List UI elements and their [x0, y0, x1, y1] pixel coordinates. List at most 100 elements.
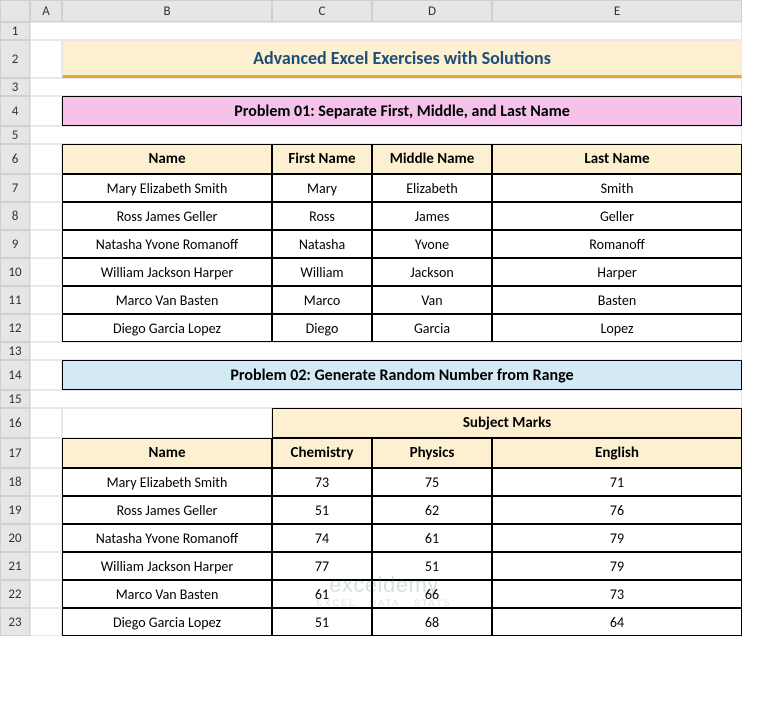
row-header[interactable]: 11: [0, 286, 30, 314]
row-header[interactable]: 17: [0, 438, 30, 468]
table2-header[interactable]: English: [492, 438, 742, 468]
table1-cell[interactable]: Lopez: [492, 314, 742, 342]
table1-cell[interactable]: Harper: [492, 258, 742, 286]
table2-cell[interactable]: 76: [492, 496, 742, 524]
row-header[interactable]: 8: [0, 202, 30, 230]
col-header[interactable]: [0, 0, 30, 22]
col-header[interactable]: E: [492, 0, 742, 22]
table2-header[interactable]: Name: [62, 438, 272, 468]
empty-cell[interactable]: [30, 496, 62, 524]
table1-cell[interactable]: Mary: [272, 174, 372, 202]
empty-cell[interactable]: [30, 408, 62, 438]
table1-header[interactable]: Last Name: [492, 144, 742, 174]
table1-cell[interactable]: Geller: [492, 202, 742, 230]
table1-cell[interactable]: Mary Elizabeth Smith: [62, 174, 272, 202]
empty-cell[interactable]: [30, 230, 62, 258]
empty-cell[interactable]: [30, 22, 742, 40]
empty-cell[interactable]: [62, 408, 272, 438]
table2-cell[interactable]: 73: [492, 580, 742, 608]
table1-cell[interactable]: Smith: [492, 174, 742, 202]
table1-cell[interactable]: Marco Van Basten: [62, 286, 272, 314]
table2-cell[interactable]: 51: [372, 552, 492, 580]
table2-cell[interactable]: Diego Garcia Lopez: [62, 608, 272, 636]
empty-cell[interactable]: [30, 314, 62, 342]
row-header[interactable]: 15: [0, 390, 30, 408]
table2-cell[interactable]: 79: [492, 524, 742, 552]
empty-cell[interactable]: [30, 342, 742, 360]
table1-cell[interactable]: Diego: [272, 314, 372, 342]
table1-header[interactable]: First Name: [272, 144, 372, 174]
row-header[interactable]: 4: [0, 96, 30, 126]
table1-cell[interactable]: Yvone: [372, 230, 492, 258]
empty-cell[interactable]: [30, 552, 62, 580]
table1-cell[interactable]: Elizabeth: [372, 174, 492, 202]
empty-cell[interactable]: [30, 96, 62, 126]
row-header[interactable]: 2: [0, 40, 30, 78]
row-header[interactable]: 18: [0, 468, 30, 496]
table1-cell[interactable]: James: [372, 202, 492, 230]
row-header[interactable]: 6: [0, 144, 30, 174]
table2-header[interactable]: Physics: [372, 438, 492, 468]
row-header[interactable]: 16: [0, 408, 30, 438]
table2-cell[interactable]: 61: [272, 580, 372, 608]
empty-cell[interactable]: [30, 40, 62, 78]
table2-cell[interactable]: 79: [492, 552, 742, 580]
empty-cell[interactable]: [30, 438, 62, 468]
empty-cell[interactable]: [30, 258, 62, 286]
empty-cell[interactable]: [30, 524, 62, 552]
table1-cell[interactable]: Ross James Geller: [62, 202, 272, 230]
table1-header[interactable]: Name: [62, 144, 272, 174]
table2-cell[interactable]: 75: [372, 468, 492, 496]
table1-cell[interactable]: Jackson: [372, 258, 492, 286]
table2-cell[interactable]: Natasha Yvone Romanoff: [62, 524, 272, 552]
row-header[interactable]: 12: [0, 314, 30, 342]
table1-cell[interactable]: Diego Garcia Lopez: [62, 314, 272, 342]
empty-cell[interactable]: [30, 360, 62, 390]
col-header[interactable]: C: [272, 0, 372, 22]
table1-cell[interactable]: Romanoff: [492, 230, 742, 258]
row-header[interactable]: 22: [0, 580, 30, 608]
table2-cell[interactable]: 64: [492, 608, 742, 636]
row-header[interactable]: 5: [0, 126, 30, 144]
table2-cell[interactable]: Ross James Geller: [62, 496, 272, 524]
col-header[interactable]: A: [30, 0, 62, 22]
table1-cell[interactable]: Natasha Yvone Romanoff: [62, 230, 272, 258]
row-header[interactable]: 1: [0, 22, 30, 40]
table2-cell[interactable]: Mary Elizabeth Smith: [62, 468, 272, 496]
table2-cell[interactable]: 66: [372, 580, 492, 608]
row-header[interactable]: 14: [0, 360, 30, 390]
table2-cell[interactable]: 62: [372, 496, 492, 524]
table2-cell[interactable]: 73: [272, 468, 372, 496]
empty-cell[interactable]: [30, 608, 62, 636]
table2-cell[interactable]: 51: [272, 496, 372, 524]
empty-cell[interactable]: [30, 78, 742, 96]
row-header[interactable]: 19: [0, 496, 30, 524]
row-header[interactable]: 13: [0, 342, 30, 360]
row-header[interactable]: 10: [0, 258, 30, 286]
empty-cell[interactable]: [30, 390, 742, 408]
empty-cell[interactable]: [30, 202, 62, 230]
row-header[interactable]: 20: [0, 524, 30, 552]
empty-cell[interactable]: [30, 286, 62, 314]
empty-cell[interactable]: [30, 174, 62, 202]
col-header[interactable]: D: [372, 0, 492, 22]
row-header[interactable]: 3: [0, 78, 30, 96]
table2-header[interactable]: Chemistry: [272, 438, 372, 468]
row-header[interactable]: 21: [0, 552, 30, 580]
row-header[interactable]: 9: [0, 230, 30, 258]
empty-cell[interactable]: [30, 126, 742, 144]
table2-cell[interactable]: 51: [272, 608, 372, 636]
table1-header[interactable]: Middle Name: [372, 144, 492, 174]
empty-cell[interactable]: [30, 580, 62, 608]
row-header[interactable]: 23: [0, 608, 30, 636]
table1-cell[interactable]: Garcia: [372, 314, 492, 342]
table2-cell[interactable]: Marco Van Basten: [62, 580, 272, 608]
col-header[interactable]: B: [62, 0, 272, 22]
table2-cell[interactable]: 61: [372, 524, 492, 552]
table2-cell[interactable]: William Jackson Harper: [62, 552, 272, 580]
table1-cell[interactable]: William: [272, 258, 372, 286]
table1-cell[interactable]: William Jackson Harper: [62, 258, 272, 286]
subject-marks-header[interactable]: Subject Marks: [272, 408, 742, 438]
empty-cell[interactable]: [30, 468, 62, 496]
table2-cell[interactable]: 74: [272, 524, 372, 552]
